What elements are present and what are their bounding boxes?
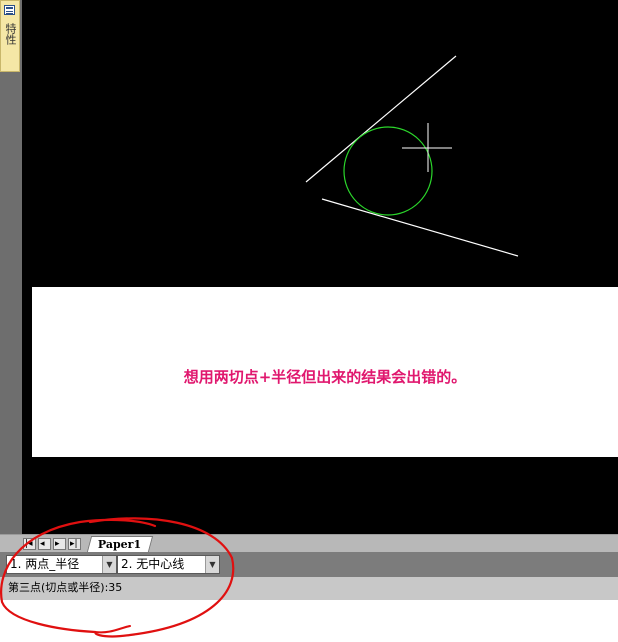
properties-icon bbox=[4, 5, 15, 15]
next-icon: ▸ bbox=[55, 539, 60, 549]
last-icon: ▸| bbox=[70, 539, 78, 549]
tab-paper1[interactable]: Paper1 bbox=[86, 536, 154, 552]
prev-icon: ◂ bbox=[40, 539, 45, 549]
first-icon: |◂ bbox=[25, 539, 33, 549]
command-option-bar: 1. 两点_半径 ▼ 2. 无中心线 ▼ bbox=[0, 552, 618, 577]
crosshair-cursor bbox=[402, 123, 452, 172]
annotation-tail bbox=[94, 625, 131, 634]
chevron-down-icon[interactable]: ▼ bbox=[205, 556, 219, 573]
option-1-number: 1. bbox=[10, 557, 22, 571]
properties-tab-label: 特性 bbox=[4, 23, 17, 45]
option-2-value: 无中心线 bbox=[136, 557, 185, 571]
prev-tab-button[interactable]: ◂ bbox=[38, 538, 51, 550]
layout-tab-bar: |◂ ◂ ▸ ▸| Paper1 bbox=[0, 534, 618, 552]
option-2-select[interactable]: 2. 无中心线 ▼ bbox=[117, 555, 220, 574]
left-toolbar-strip: 特性 bbox=[0, 0, 22, 534]
command-prompt-bar: 第三点(切点或半径):35 bbox=[0, 577, 618, 600]
properties-tab[interactable]: 特性 bbox=[0, 0, 20, 72]
option-1-select[interactable]: 1. 两点_半径 ▼ bbox=[6, 555, 117, 574]
tangent-line-2[interactable] bbox=[321, 198, 519, 257]
command-prompt-text: 第三点(切点或半径):35 bbox=[8, 581, 123, 594]
note-text: 想用两切点+半径但出来的结果会出错的。 bbox=[183, 368, 467, 386]
option-2-number: 2. bbox=[121, 557, 133, 571]
first-tab-button[interactable]: |◂ bbox=[23, 538, 36, 550]
note-panel: 想用两切点+半径但出来的结果会出错的。 bbox=[32, 287, 618, 457]
tangent-line-1[interactable] bbox=[305, 55, 457, 183]
next-tab-button[interactable]: ▸ bbox=[53, 538, 66, 550]
option-1-value: 两点_半径 bbox=[25, 557, 80, 571]
drawn-circle[interactable] bbox=[343, 126, 433, 216]
chevron-down-icon[interactable]: ▼ bbox=[102, 556, 116, 573]
last-tab-button[interactable]: ▸| bbox=[68, 538, 81, 550]
